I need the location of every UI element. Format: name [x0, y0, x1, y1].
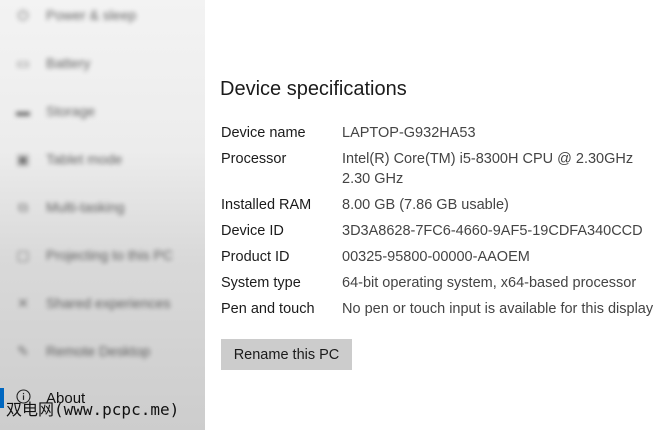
sidebar-item-shared-experiences[interactable]: ✕ Shared experiences: [0, 285, 205, 321]
spec-label: Device name: [221, 125, 306, 141]
sidebar-item-power-sleep[interactable]: ⏻ Power & sleep: [0, 0, 205, 33]
storage-icon: ▬: [16, 103, 30, 119]
spec-label: Pen and touch: [221, 301, 315, 317]
spec-label: Installed RAM: [221, 197, 312, 213]
sidebar-item-label: Remote Desktop: [46, 343, 151, 359]
sidebar-item-remote-desktop[interactable]: ✎ Remote Desktop: [0, 333, 205, 369]
remote-desktop-icon: ✎: [17, 342, 29, 359]
sidebar-item-label: Power & sleep: [46, 7, 137, 23]
rename-pc-button[interactable]: Rename this PC: [221, 339, 352, 370]
multitasking-icon: ⧉: [18, 198, 28, 215]
spec-value[interactable]: 00325-95800-00000-AAOEM: [342, 247, 530, 267]
spec-value[interactable]: 64-bit operating system, x64-based proce…: [342, 273, 636, 293]
about-panel: Device specifications Device name LAPTOP…: [205, 0, 667, 430]
projecting-icon: ▢: [16, 246, 30, 263]
battery-icon: ▭: [16, 54, 30, 71]
sidebar-item-label: Multi-tasking: [46, 199, 125, 215]
tablet-icon: ▣: [16, 150, 30, 167]
watermark-text: 双电网(www.pcpc.me): [6, 400, 180, 419]
sidebar-item-multitasking[interactable]: ⧉ Multi-tasking: [0, 189, 205, 225]
spec-label: Device ID: [221, 223, 284, 239]
spec-value[interactable]: Intel(R) Core(TM) i5-8300H CPU @ 2.30GHz: [342, 149, 633, 169]
spec-label: Product ID: [221, 249, 290, 265]
spec-value-line2[interactable]: 2.30 GHz: [342, 169, 403, 189]
spec-value[interactable]: LAPTOP-G932HA53: [342, 123, 476, 143]
spec-value[interactable]: No pen or touch input is available for t…: [342, 299, 653, 319]
sidebar-item-battery[interactable]: ▭ Battery: [0, 45, 205, 81]
section-title: Device specifications: [220, 78, 407, 100]
sidebar-item-projecting[interactable]: ▢ Projecting to this PC: [0, 237, 205, 273]
sidebar-item-label: Tablet mode: [46, 151, 123, 167]
spec-value[interactable]: 3D3A8628-7FC6-4660-9AF5-19CDFA340CCD: [342, 221, 643, 241]
shared-icon: ✕: [17, 294, 29, 311]
sidebar-item-label: Battery: [46, 55, 91, 71]
spec-label: System type: [221, 275, 301, 291]
sidebar-item-storage[interactable]: ▬ Storage: [0, 93, 205, 129]
active-indicator: [0, 388, 4, 408]
sidebar-item-label: Storage: [46, 103, 96, 119]
spec-value[interactable]: 8.00 GB (7.86 GB usable): [342, 195, 509, 215]
sidebar-item-tablet-mode[interactable]: ▣ Tablet mode: [0, 141, 205, 177]
sidebar-item-label: Projecting to this PC: [46, 247, 173, 263]
settings-sidebar: ⏻ Power & sleep ▭ Battery ▬ Storage ▣ Ta…: [0, 0, 205, 430]
spec-label: Processor: [221, 151, 287, 167]
power-icon: ⏻: [17, 6, 29, 23]
sidebar-item-label: Shared experiences: [46, 295, 171, 311]
